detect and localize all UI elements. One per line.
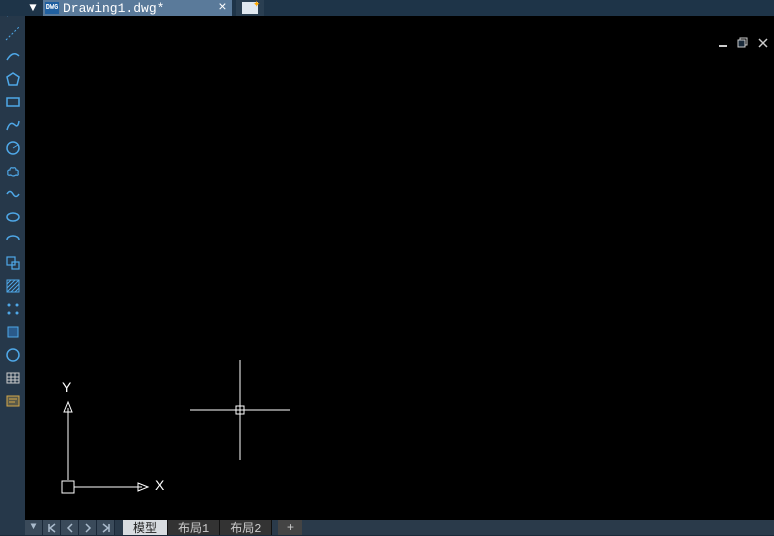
construction-line-tool[interactable] [4,25,22,41]
restore-viewport-button[interactable] [736,36,750,50]
tab-list-dropdown[interactable]: ▼ [25,1,41,15]
viewport-window-controls [716,36,770,50]
tab-title: Drawing1.dwg* [61,1,214,16]
layout-tab-1[interactable]: 布局1 [168,520,220,535]
ucs-x-label: X [155,477,165,493]
point-tool[interactable] [4,301,22,317]
insert-block-tool[interactable] [4,255,22,271]
layout-nav-last[interactable] [97,520,115,535]
drawing-canvas[interactable]: Y X [25,16,774,520]
layout-tab-2[interactable]: 布局2 [220,520,272,535]
layout-nav-next[interactable] [79,520,97,535]
polygon-tool[interactable] [4,71,22,87]
region-tool[interactable] [4,324,22,340]
layout-nav-collapse[interactable]: ▼ [25,520,43,535]
draw-toolbar [0,0,25,535]
table-tool[interactable] [4,370,22,386]
wipeout-tool[interactable] [4,347,22,363]
minimize-viewport-button[interactable] [716,36,730,50]
spline-tool[interactable] [4,186,22,202]
close-viewport-button[interactable] [756,36,770,50]
arc-tool[interactable] [4,48,22,64]
rectangle-tool[interactable] [4,94,22,110]
layout-add-button[interactable]: + [278,520,302,535]
text-tool[interactable] [4,393,22,409]
ucs-icon: Y X [60,380,170,500]
ucs-y-label: Y [62,380,72,395]
new-tab-button[interactable]: ✦ [236,0,264,16]
document-tab-active[interactable]: DWG Drawing1.dwg* × [43,0,232,16]
ellipse-arc-tool[interactable] [4,232,22,248]
document-tabs-bar: ▼ DWG Drawing1.dwg* × ✦ [0,0,774,16]
layout-tab-model[interactable]: 模型 [123,520,168,535]
cursor-crosshair [190,360,290,460]
new-document-icon: ✦ [242,2,258,14]
layout-nav-first[interactable] [43,520,61,535]
circle-tool[interactable] [4,140,22,156]
curve-tool[interactable] [4,117,22,133]
dwg-file-icon: DWG [45,2,59,14]
tab-close-icon[interactable]: × [214,0,230,16]
hatch-tool[interactable] [4,278,22,294]
ellipse-tool[interactable] [4,209,22,225]
toolbar-handle [0,0,25,16]
revision-cloud-tool[interactable] [4,163,22,179]
layout-tabs-bar: ▼ 模型 布局1 布局2 + [25,520,774,535]
layout-nav-prev[interactable] [61,520,79,535]
